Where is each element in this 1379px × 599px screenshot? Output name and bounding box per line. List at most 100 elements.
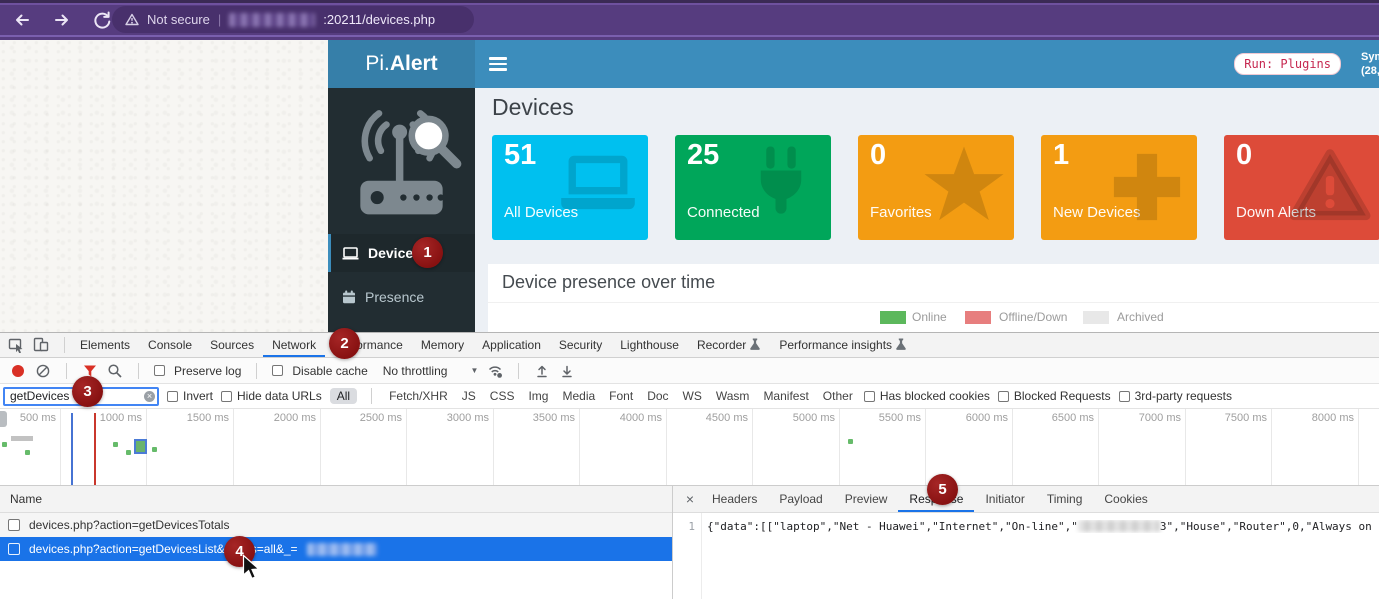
- disable-cache-checkbox[interactable]: [272, 365, 283, 376]
- request-checkbox[interactable]: [8, 543, 20, 555]
- separator: [66, 363, 67, 379]
- card-down-alerts[interactable]: 0 Down Alerts: [1224, 135, 1379, 240]
- tab-network[interactable]: Network: [263, 334, 325, 357]
- clear-filter-icon[interactable]: ×: [144, 391, 155, 402]
- has-blocked-cookies-checkbox[interactable]: [864, 391, 875, 402]
- response-body[interactable]: 1 {"data":[["laptop","Net - Huawei","Int…: [673, 513, 1379, 599]
- url-text: :20211/devices.php: [323, 12, 435, 27]
- card-favorites[interactable]: 0 Favorites: [858, 135, 1014, 240]
- device-toolbar-icon[interactable]: [33, 337, 49, 353]
- tab-sources[interactable]: Sources: [201, 334, 263, 357]
- tab-lighthouse[interactable]: Lighthouse: [611, 334, 688, 357]
- preserve-log-checkbox[interactable]: [154, 365, 165, 376]
- request-checkbox[interactable]: [8, 519, 20, 531]
- network-overview-timeline[interactable]: 500 ms 1000 ms 1500 ms 2000 ms 2500 ms 3…: [0, 409, 1379, 486]
- throttling-select[interactable]: No throttling: [383, 364, 448, 378]
- card-value: 51: [504, 139, 536, 172]
- forward-icon[interactable]: [52, 10, 72, 30]
- separator: [518, 363, 519, 379]
- timeline-scroll-nub[interactable]: [0, 411, 7, 427]
- card-connected[interactable]: 25 Connected: [675, 135, 831, 240]
- time-tick: 4500 ms: [674, 412, 748, 424]
- hamburger-menu-icon[interactable]: [489, 57, 507, 71]
- filter-type-doc[interactable]: Doc: [647, 389, 668, 403]
- network-filter-row: × Invert Hide data URLs All Fetch/XHR JS…: [0, 384, 1379, 409]
- filter-type-img[interactable]: Img: [528, 389, 548, 403]
- export-har-icon[interactable]: [559, 363, 575, 379]
- blocked-requests-filter[interactable]: Blocked Requests: [998, 389, 1111, 403]
- close-icon[interactable]: ×: [681, 491, 699, 507]
- filter-type-js[interactable]: JS: [462, 389, 476, 403]
- request-dot: [126, 450, 131, 455]
- invert-checkbox[interactable]: [167, 391, 178, 402]
- back-icon[interactable]: [12, 10, 32, 30]
- request-row-get-devices-totals[interactable]: devices.php?action=getDevicesTotals: [0, 513, 672, 537]
- filter-type-css[interactable]: CSS: [490, 389, 515, 403]
- tab-elements[interactable]: Elements: [71, 334, 139, 357]
- run-plugins-button[interactable]: Run: Plugins: [1234, 53, 1341, 75]
- time-tick: 5000 ms: [761, 412, 835, 424]
- search-icon[interactable]: [107, 363, 123, 379]
- laptop-icon: [342, 247, 359, 260]
- tab-timing[interactable]: Timing: [1036, 487, 1094, 512]
- gridline: [1358, 409, 1359, 486]
- tab-security[interactable]: Security: [550, 334, 611, 357]
- tab-recorder[interactable]: Recorder: [688, 334, 770, 357]
- hide-data-urls-checkbox[interactable]: [221, 391, 232, 402]
- filter-type-fetch-xhr[interactable]: Fetch/XHR: [389, 389, 448, 403]
- sidebar-item-devices[interactable]: Devices: [328, 234, 475, 272]
- annotation-step-2: 2: [329, 328, 360, 359]
- address-bar[interactable]: Not secure | :20211/devices.php: [112, 6, 474, 33]
- tab-performance-insights[interactable]: Performance insights: [770, 334, 916, 357]
- import-har-icon[interactable]: [534, 363, 550, 379]
- card-all-devices[interactable]: 51 All Devices: [492, 135, 648, 240]
- record-icon[interactable]: [10, 363, 26, 379]
- network-toolbar: Preserve log Disable cache No throttling…: [0, 358, 1379, 384]
- sidebar-item-presence[interactable]: Presence: [328, 280, 475, 314]
- filter-type-wasm[interactable]: Wasm: [716, 389, 750, 403]
- blocked-requests-checkbox[interactable]: [998, 391, 1009, 402]
- tab-application[interactable]: Application: [473, 334, 550, 357]
- time-tick: 4000 ms: [588, 412, 662, 424]
- request-row-get-devices-list[interactable]: devices.php?action=getDevicesList&status…: [0, 537, 672, 561]
- reload-icon[interactable]: [92, 10, 112, 30]
- network-conditions-icon[interactable]: [487, 363, 503, 379]
- tab-console[interactable]: Console: [139, 334, 201, 357]
- time-tick: 7000 ms: [1107, 412, 1181, 424]
- time-tick: 8000 ms: [1280, 412, 1354, 424]
- response-json-text: {"data":[["laptop","Net - Huawei","Inter…: [707, 520, 1379, 533]
- gridline: [406, 409, 407, 486]
- request-table-header[interactable]: Name: [0, 486, 672, 513]
- disable-cache-label[interactable]: Disable cache: [292, 364, 367, 378]
- tab-headers[interactable]: Headers: [701, 487, 768, 512]
- filter-type-media[interactable]: Media: [562, 389, 595, 403]
- filter-type-other[interactable]: Other: [823, 389, 853, 403]
- invert-filter[interactable]: Invert: [167, 389, 213, 403]
- tab-preview[interactable]: Preview: [834, 487, 899, 512]
- annotation-step-5: 5: [927, 474, 958, 505]
- mouse-cursor: [242, 554, 260, 582]
- third-party-requests-checkbox[interactable]: [1119, 391, 1130, 402]
- third-party-requests-filter[interactable]: 3rd-party requests: [1119, 389, 1232, 403]
- gridline: [233, 409, 234, 486]
- brand-prefix: Pi.: [365, 52, 390, 76]
- filter-type-all[interactable]: All: [330, 388, 357, 404]
- chevron-down-icon[interactable]: ▼: [470, 366, 478, 375]
- annotation-step-3: 3: [72, 376, 103, 407]
- filter-type-ws[interactable]: WS: [683, 389, 702, 403]
- hide-data-urls-filter[interactable]: Hide data URLs: [221, 389, 322, 403]
- clear-icon[interactable]: [35, 363, 51, 379]
- tab-initiator[interactable]: Initiator: [974, 487, 1035, 512]
- time-tick: 2000 ms: [242, 412, 316, 424]
- inspect-element-icon[interactable]: [8, 337, 24, 353]
- filter-type-manifest[interactable]: Manifest: [763, 389, 808, 403]
- preserve-log-label[interactable]: Preserve log: [174, 364, 241, 378]
- tab-cookies[interactable]: Cookies: [1093, 487, 1158, 512]
- filter-type-font[interactable]: Font: [609, 389, 633, 403]
- app-topnav: Run: Plugins Sym (28,: [475, 40, 1379, 88]
- tab-memory[interactable]: Memory: [412, 334, 473, 357]
- app-logo[interactable]: Pi.Alert: [328, 40, 475, 88]
- tab-payload[interactable]: Payload: [768, 487, 833, 512]
- has-blocked-cookies-filter[interactable]: Has blocked cookies: [864, 389, 990, 403]
- card-new-devices[interactable]: 1 New Devices: [1041, 135, 1197, 240]
